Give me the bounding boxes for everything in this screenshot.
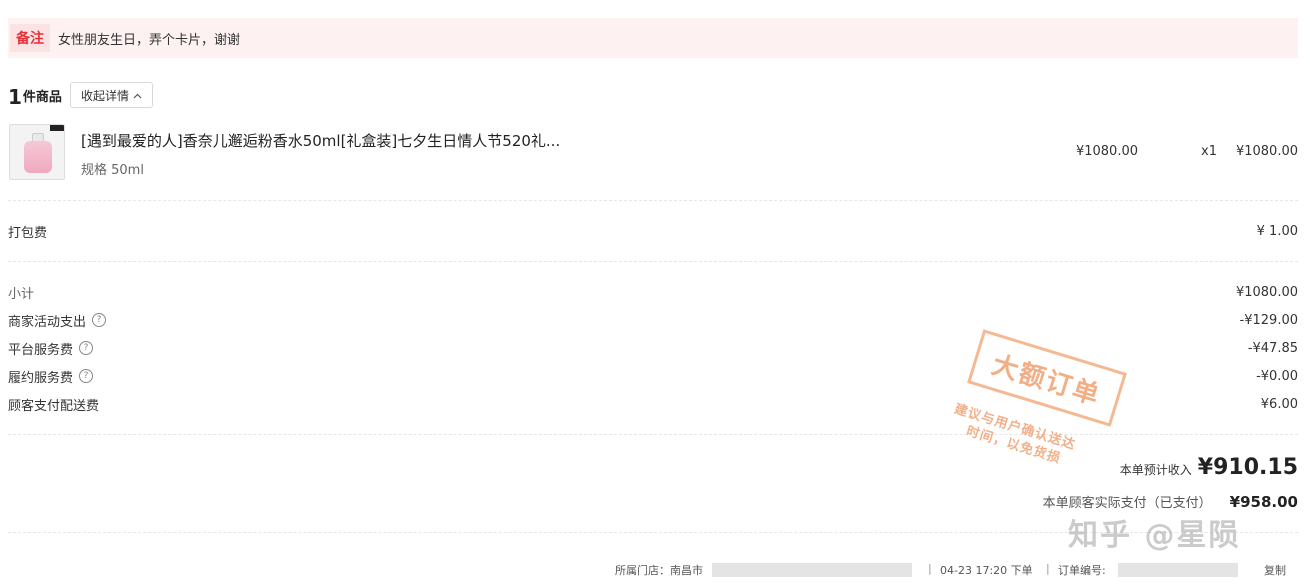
order-time: 04-23 17:20 下单: [940, 564, 1033, 577]
platform-fee-label: 平台服务费: [8, 342, 74, 358]
packing-fee-label: 打包费: [8, 225, 48, 241]
order-footer: 所属门店：南昌市 | 04-23 17:20 下单 | 订单编号: 复制: [0, 560, 1310, 582]
expected-income: 本单预计收入 ¥910.15: [1120, 455, 1298, 480]
product-thumbnail[interactable]: [9, 124, 65, 180]
delivery-fee-label: 顾客支付配送费: [8, 398, 100, 414]
product-title[interactable]: [遇到最爱的人]香奈儿邂逅粉香水50ml[礼盒装]七夕生日情人节520礼...: [81, 130, 560, 151]
help-icon[interactable]: ?: [79, 341, 94, 355]
separator: |: [928, 562, 932, 575]
chevron-up-icon: [133, 88, 142, 102]
product-spec: 规格 50ml: [81, 163, 144, 178]
platform-fee-row: 平台服务费 ? -¥47.85: [8, 338, 1298, 358]
product-unit-price: ¥1080.00: [1075, 144, 1138, 159]
separator: |: [1046, 562, 1050, 575]
thumbnail-tag: [50, 125, 64, 131]
redacted-store-name: [712, 563, 912, 577]
watermark: 知乎 @星陨: [1068, 518, 1241, 553]
expected-income-value: ¥910.15: [1197, 455, 1298, 480]
divider: [8, 434, 1298, 435]
goods-unit: 件商品: [22, 90, 62, 105]
copy-order-number-button[interactable]: 复制: [1264, 562, 1286, 578]
goods-header: 1 件商品 收起详情: [8, 82, 153, 108]
help-icon[interactable]: ?: [92, 313, 107, 327]
subtotal-label: 小计: [8, 286, 35, 302]
product-quantity: x1: [1201, 144, 1217, 159]
fulfillment-fee-value: -¥0.00: [1256, 368, 1298, 384]
product-total: ¥1080.00: [1235, 144, 1298, 159]
remark-bar: 备注 女性朋友生日，弄个卡片，谢谢: [8, 18, 1298, 58]
customer-paid-value: ¥958.00: [1229, 493, 1298, 511]
subtotal-row: 小计 ¥1080.00: [8, 282, 1298, 302]
delivery-fee-value: ¥6.00: [1260, 396, 1298, 412]
merchant-activity-label: 商家活动支出: [8, 314, 87, 330]
collapse-details-label: 收起详情: [80, 88, 129, 103]
packing-fee-row: 打包费 ¥ 1.00: [8, 221, 1298, 241]
order-number-label: 订单编号:: [1058, 564, 1106, 577]
merchant-activity-row: 商家活动支出 ? -¥129.00: [8, 310, 1298, 330]
help-icon[interactable]: ?: [79, 369, 94, 383]
remark-text: 女性朋友生日，弄个卡片，谢谢: [58, 32, 241, 48]
collapse-details-button[interactable]: 收起详情: [69, 82, 153, 108]
divider: [8, 200, 1298, 201]
subtotal-value: ¥1080.00: [1235, 284, 1298, 300]
divider: [8, 261, 1298, 262]
perfume-bottle-shape: [24, 141, 52, 173]
packing-fee-value: ¥ 1.00: [1256, 223, 1298, 239]
fulfillment-fee-label: 履约服务费: [8, 370, 74, 386]
goods-count: 1: [8, 85, 22, 109]
customer-paid-label: 本单顾客实际支付（已支付）: [1042, 496, 1212, 511]
merchant-activity-value: -¥129.00: [1239, 312, 1298, 328]
store-label: 所属门店：南昌市: [615, 564, 703, 577]
remark-label: 备注: [10, 24, 50, 52]
platform-fee-value: -¥47.85: [1247, 340, 1298, 356]
redacted-order-number: [1118, 563, 1238, 577]
product-row: [遇到最爱的人]香奈儿邂逅粉香水50ml[礼盒装]七夕生日情人节520礼... …: [8, 124, 1298, 182]
customer-paid: 本单顾客实际支付（已支付） ¥958.00: [1043, 492, 1298, 511]
expected-income-label: 本单预计收入: [1119, 463, 1192, 477]
